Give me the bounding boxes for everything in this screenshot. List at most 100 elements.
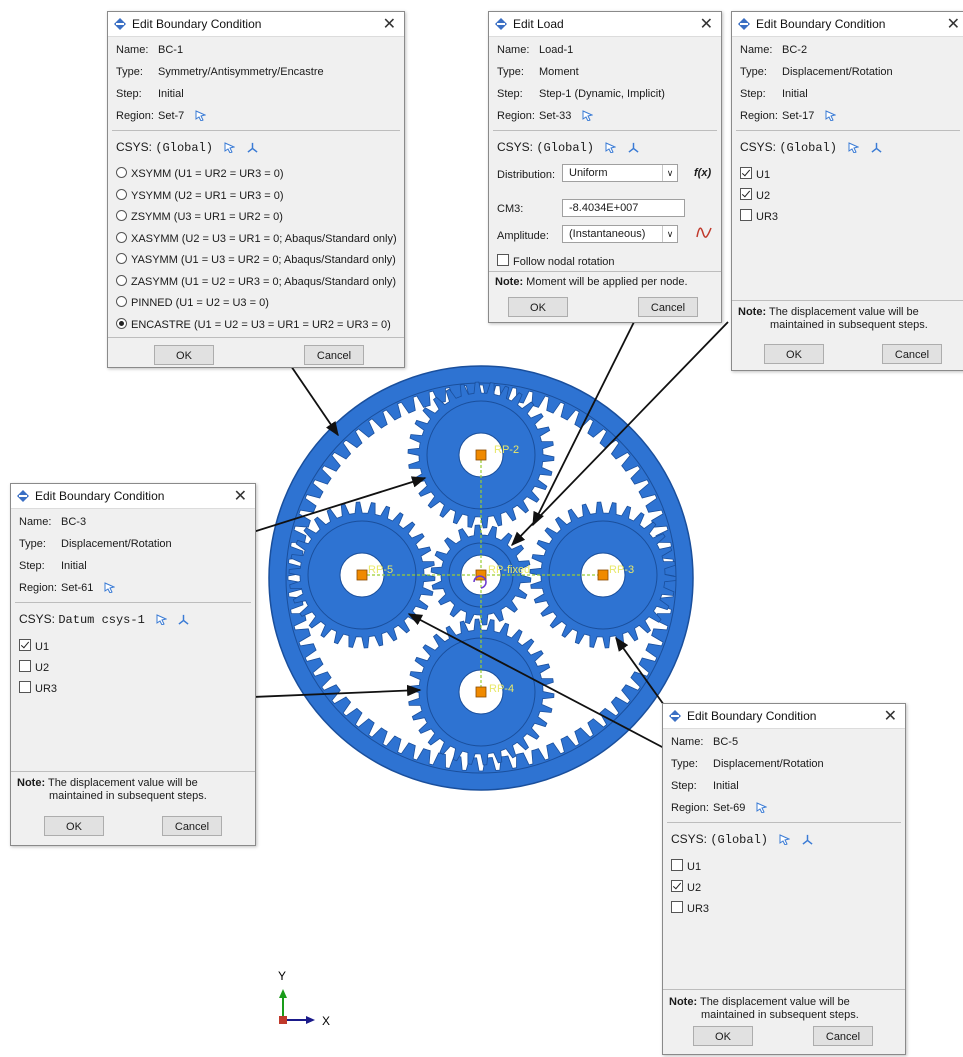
name-value: Load-1 [539, 44, 574, 56]
reference-point-marker[interactable] [475, 686, 487, 698]
reference-point-marker[interactable] [597, 569, 609, 581]
radio-button[interactable] [116, 231, 127, 243]
ok-button[interactable]: OK [693, 1026, 753, 1046]
close-icon[interactable]: ✕ [947, 14, 960, 34]
select-csys-arrow-icon[interactable] [779, 834, 791, 845]
type-value: Displacement/Rotation [713, 758, 824, 770]
follow-nodal-rotation-checkbox[interactable] [497, 254, 509, 266]
radio-button[interactable] [116, 317, 127, 329]
radio-button[interactable] [116, 188, 127, 200]
type-value: Displacement/Rotation [61, 538, 172, 550]
dialog-title: Edit Load [513, 17, 564, 31]
dof-checkbox[interactable] [740, 188, 752, 200]
select-region-arrow-icon[interactable] [195, 110, 207, 121]
select-region-arrow-icon[interactable] [104, 582, 116, 593]
dialog-titlebar[interactable]: Edit Boundary Condition ✕ [11, 484, 255, 509]
dof-checkbox[interactable] [671, 859, 683, 871]
region-value: Set-33 [539, 110, 572, 122]
distribution-select[interactable]: Uniform ∨ [562, 164, 678, 182]
note-text-line2: maintained in subsequent steps. [49, 790, 207, 802]
dof-row-u1[interactable]: U1 [671, 859, 701, 873]
dialog-titlebar[interactable]: Edit Boundary Condition ✕ [732, 12, 963, 37]
cm3-input[interactable]: -8.4034E+007 [562, 199, 685, 217]
cm3-label: CM3: [497, 203, 524, 215]
radio-button[interactable] [116, 167, 127, 178]
dof-checkbox[interactable] [740, 209, 752, 221]
encastre-option-row[interactable]: XASYMM (U2 = U3 = UR1 = 0; Abaqus/Standa… [116, 231, 397, 245]
dof-row-u2[interactable]: U2 [671, 880, 701, 894]
name-value: BC-1 [158, 44, 184, 56]
create-csys-icon[interactable] [178, 614, 190, 625]
cancel-button[interactable]: Cancel [813, 1026, 873, 1046]
close-icon[interactable]: ✕ [383, 14, 396, 34]
radio-button[interactable] [116, 210, 127, 221]
dof-checkbox[interactable] [740, 167, 752, 179]
encastre-option-row[interactable]: YSYMM (U2 = UR1 = UR3 = 0) [116, 188, 284, 202]
cancel-button[interactable]: Cancel [638, 297, 698, 317]
dof-row-ur3[interactable]: UR3 [671, 901, 709, 915]
select-csys-arrow-icon[interactable] [156, 614, 168, 625]
reference-point-marker[interactable] [475, 449, 487, 461]
close-icon[interactable]: ✕ [884, 706, 897, 726]
ok-button[interactable]: OK [154, 345, 214, 365]
encastre-option-row[interactable]: ENCASTRE (U1 = U2 = U3 = UR1 = UR2 = UR3… [116, 317, 391, 331]
cancel-button[interactable]: Cancel [162, 816, 222, 836]
radio-button[interactable] [116, 274, 127, 286]
dof-row-u1[interactable]: U1 [740, 167, 770, 181]
amplitude-select[interactable]: (Instantaneous) ∨ [562, 225, 678, 243]
encastre-option-row[interactable]: XSYMM (U1 = UR2 = UR3 = 0) [116, 167, 284, 180]
create-csys-icon[interactable] [628, 142, 639, 153]
dof-row-u2[interactable]: U2 [19, 660, 49, 674]
create-amplitude-icon[interactable] [696, 224, 712, 240]
z-axis-origin-icon [279, 1016, 287, 1024]
select-region-arrow-icon[interactable] [756, 802, 768, 813]
csys-value: (Global) [155, 141, 213, 155]
dialog-titlebar[interactable]: Edit Boundary Condition ✕ [663, 704, 905, 729]
ok-button[interactable]: OK [764, 344, 824, 364]
select-csys-arrow-icon[interactable] [224, 142, 236, 153]
radio-button[interactable] [116, 253, 127, 264]
dof-checkbox[interactable] [19, 660, 31, 672]
dof-row-ur3[interactable]: UR3 [19, 681, 57, 695]
dialog-title: Edit Boundary Condition [132, 17, 262, 31]
create-csys-icon[interactable] [802, 834, 813, 845]
note-label: Note: [738, 306, 767, 318]
dof-checkbox[interactable] [19, 639, 31, 651]
dof-label: UR3 [756, 211, 779, 223]
reference-point-marker[interactable] [356, 569, 368, 581]
dof-checkbox[interactable] [671, 901, 683, 913]
select-region-arrow-icon[interactable] [825, 110, 837, 121]
dof-row-ur3[interactable]: UR3 [740, 209, 778, 223]
dof-row-u1[interactable]: U1 [19, 639, 49, 653]
dof-checkbox[interactable] [671, 880, 683, 892]
radio-button[interactable] [116, 296, 127, 307]
dof-row-u2[interactable]: U2 [740, 188, 770, 202]
dof-label: U1 [687, 861, 702, 873]
abaqus-dialog-icon [114, 18, 126, 30]
dialog-titlebar[interactable]: Edit Load ✕ [489, 12, 721, 37]
edit-bc5-dialog: Edit Boundary Condition ✕ Name: BC-5 Type… [662, 703, 906, 1055]
select-csys-arrow-icon[interactable] [605, 142, 617, 153]
ok-button[interactable]: OK [508, 297, 568, 317]
csys-label: CSYS: [497, 140, 534, 154]
select-region-arrow-icon[interactable] [582, 110, 594, 121]
dof-checkbox[interactable] [19, 681, 31, 693]
encastre-option-row[interactable]: YASYMM (U1 = U3 = UR2 = 0; Abaqus/Standa… [116, 253, 396, 266]
y-axis-label: Y [278, 969, 286, 983]
close-icon[interactable]: ✕ [700, 14, 713, 34]
bc1-callout-arrow [290, 365, 339, 437]
dialog-titlebar[interactable]: Edit Boundary Condition ✕ [108, 12, 404, 37]
encastre-option-row[interactable]: ZASYMM (U1 = U2 = UR3 = 0; Abaqus/Standa… [116, 274, 396, 288]
cancel-button[interactable]: Cancel [304, 345, 364, 365]
note-text-line1: The displacement value will be [47, 777, 198, 789]
select-csys-arrow-icon[interactable] [848, 142, 860, 153]
create-csys-icon[interactable] [247, 142, 258, 153]
expression-fx-button[interactable]: f(x) [694, 167, 711, 179]
cancel-button[interactable]: Cancel [882, 344, 942, 364]
ok-button[interactable]: OK [44, 816, 104, 836]
encastre-option-row[interactable]: PINNED (U1 = U2 = U3 = 0) [116, 296, 269, 309]
note-text: Moment will be applied per node. [526, 276, 688, 288]
close-icon[interactable]: ✕ [234, 486, 247, 506]
encastre-option-row[interactable]: ZSYMM (U3 = UR1 = UR2 = 0) [116, 210, 283, 223]
create-csys-icon[interactable] [871, 142, 882, 153]
